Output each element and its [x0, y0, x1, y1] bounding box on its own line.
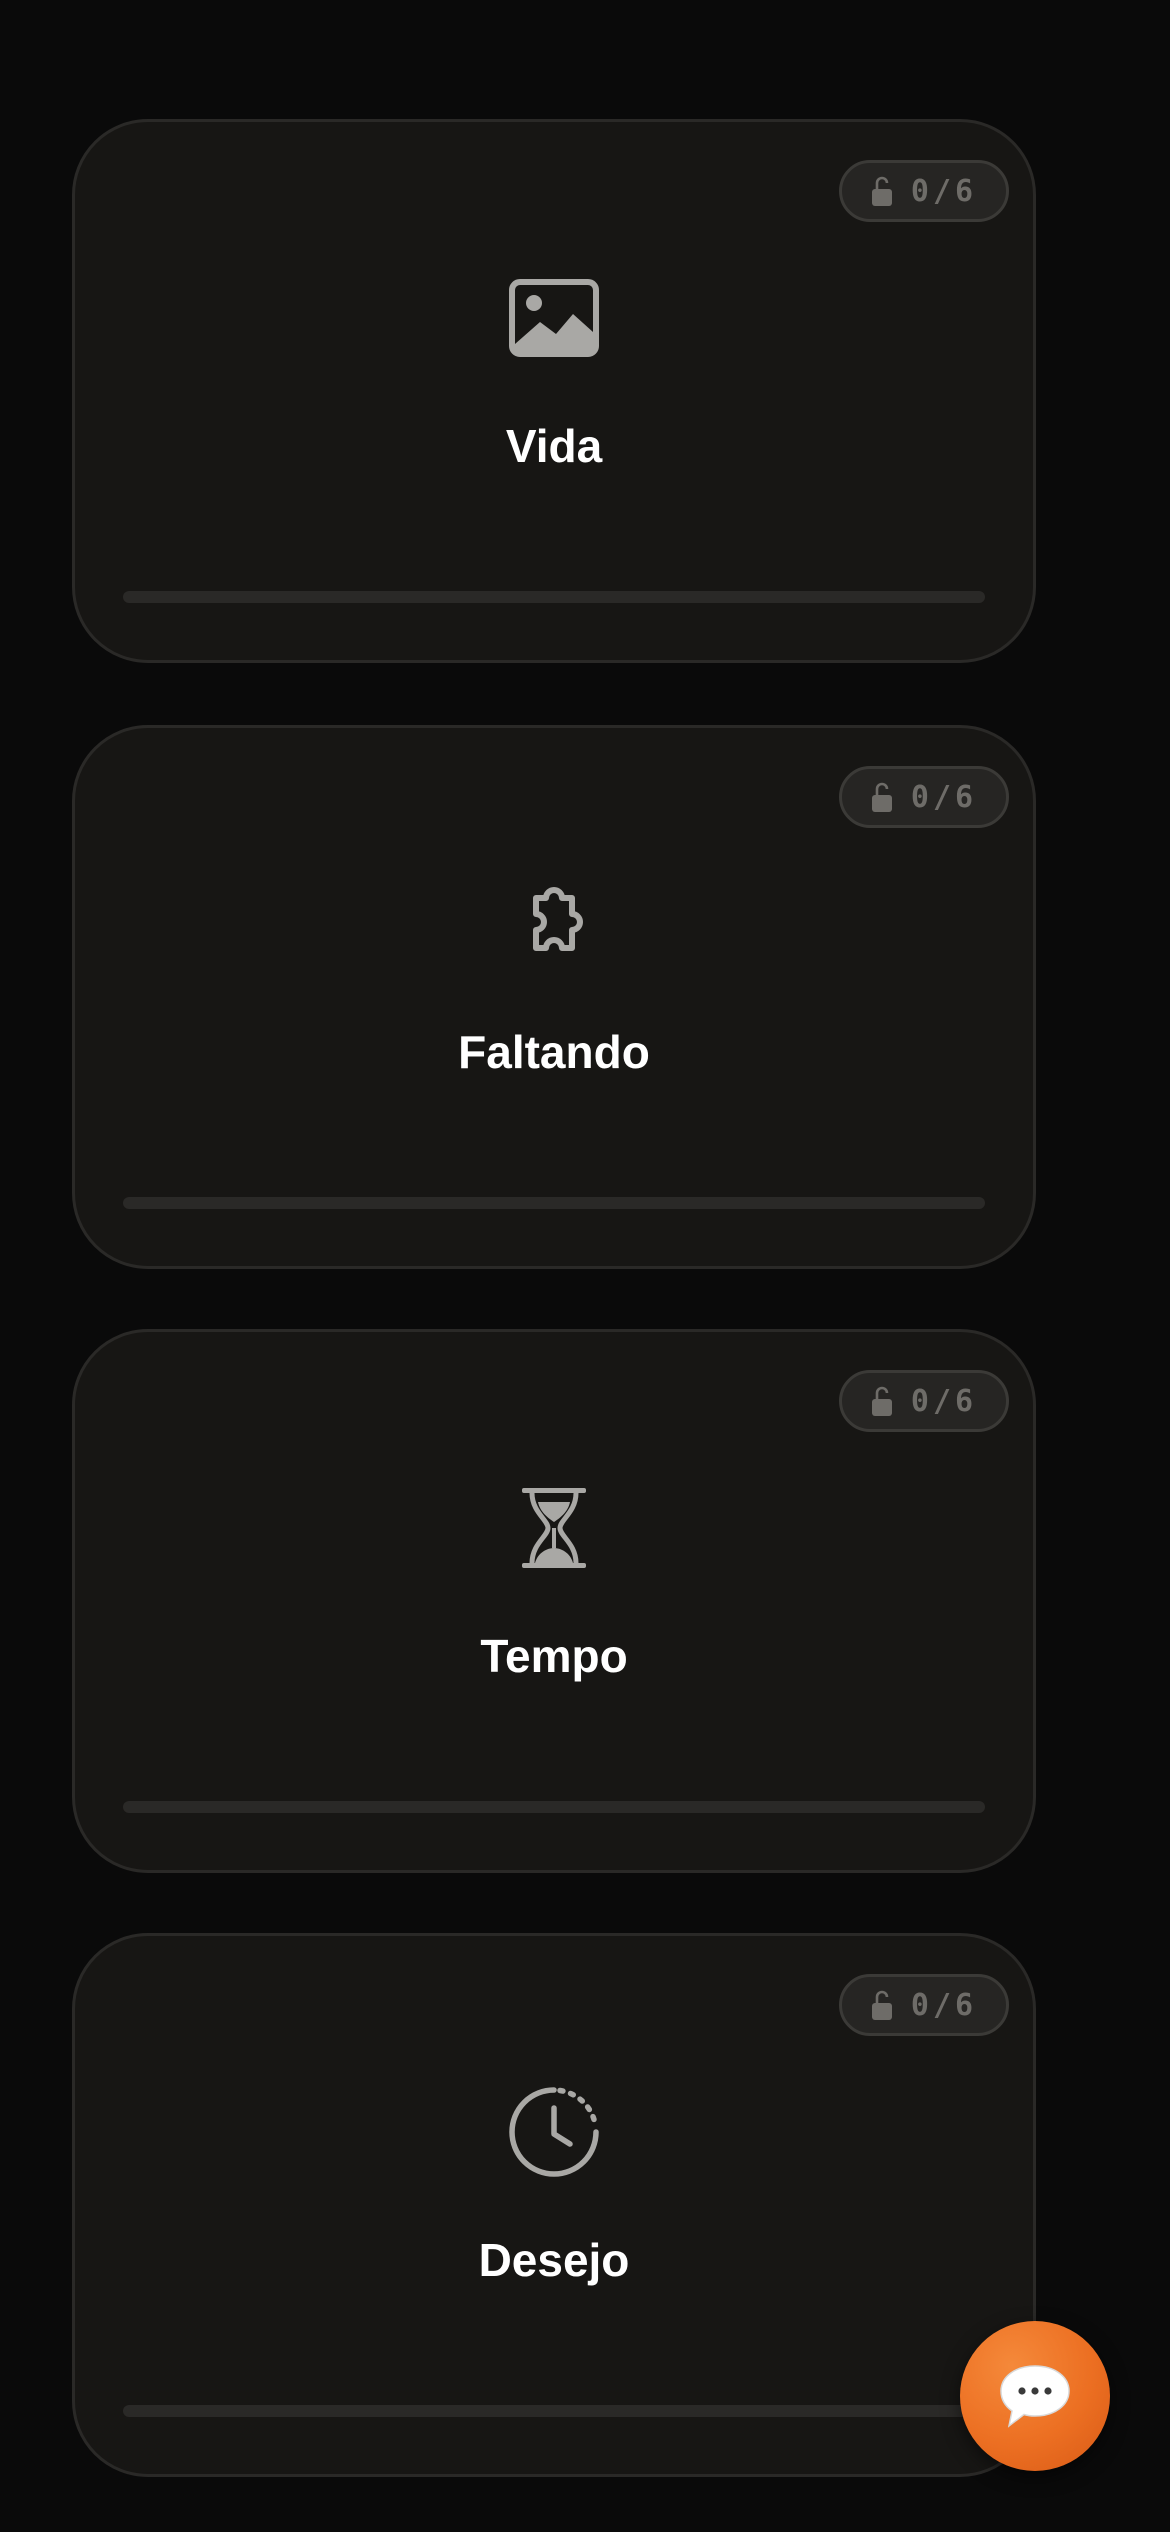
page: 0/6 Vida 0/6 Faltando 0/6 Tempo 0/6 Dese…: [0, 0, 1170, 2532]
puzzle-icon: [533, 887, 583, 951]
card-title: Faltando: [458, 1026, 650, 1078]
clock-dashed-icon: [509, 2087, 599, 2177]
hourglass-icon: [522, 1488, 586, 1568]
progress-count: 0/6: [910, 779, 978, 815]
image-icon: [509, 279, 599, 357]
progress-bar: [123, 591, 985, 603]
locked-progress-badge: 0/6: [839, 1370, 1009, 1432]
lock-icon: [871, 176, 892, 206]
lock-icon: [871, 1990, 892, 2020]
progress-count: 0/6: [910, 173, 978, 209]
chat-bubble-icon: [1000, 2365, 1070, 2428]
category-card-tempo[interactable]: 0/6 Tempo: [72, 1329, 1036, 1873]
progress-bar: [123, 1801, 985, 1813]
locked-progress-badge: 0/6: [839, 160, 1009, 222]
card-title: Desejo: [478, 2234, 630, 2286]
chat-button[interactable]: [960, 2321, 1110, 2471]
category-card-faltando[interactable]: 0/6 Faltando: [72, 725, 1036, 1269]
progress-count: 0/6: [910, 1383, 978, 1419]
locked-progress-badge: 0/6: [839, 1974, 1009, 2036]
lock-icon: [871, 782, 892, 812]
category-card-vida[interactable]: 0/6 Vida: [72, 119, 1036, 663]
card-title: Tempo: [480, 1630, 628, 1682]
locked-progress-badge: 0/6: [839, 766, 1009, 828]
progress-count: 0/6: [910, 1987, 978, 2023]
card-title: Vida: [505, 420, 603, 472]
category-card-desejo[interactable]: 0/6 Desejo: [72, 1933, 1036, 2477]
progress-bar: [123, 1197, 985, 1209]
lock-icon: [871, 1386, 892, 1416]
progress-bar: [123, 2405, 985, 2417]
